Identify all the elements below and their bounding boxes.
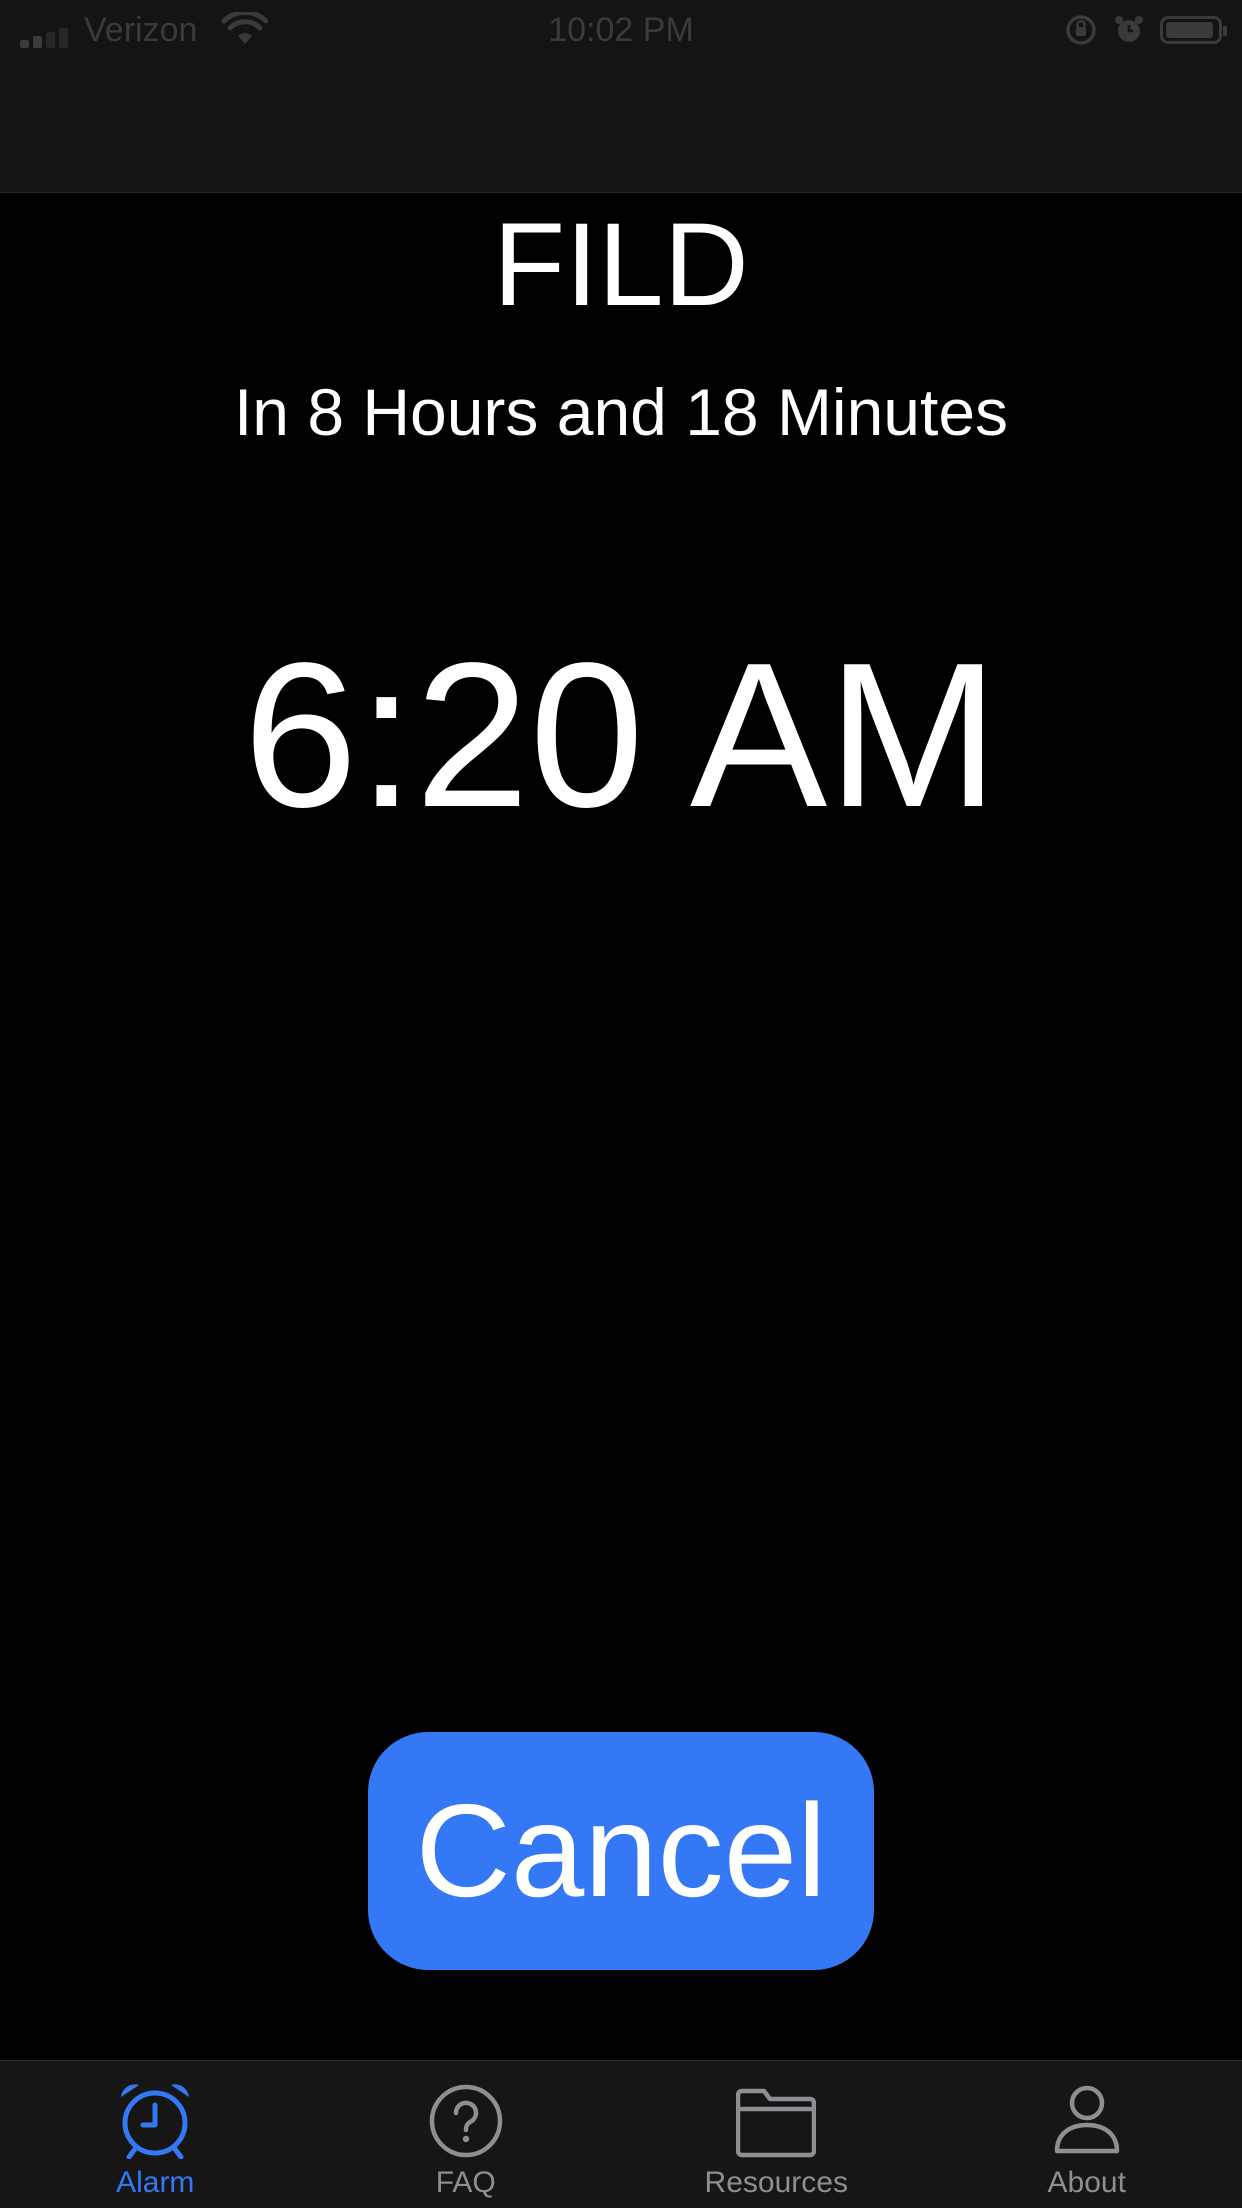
tab-label: Alarm [116,2166,195,2199]
tab-label: About [1047,2166,1126,2199]
status-right-icons [1064,12,1227,48]
tab-label: FAQ [435,2166,496,2199]
tab-bar: Alarm FAQ Resources About [0,2060,1242,2208]
folder-icon [736,2088,817,2158]
navigation-header: Verizon 10:02 PM [0,0,1242,193]
battery-icon [1160,16,1227,44]
alarm-clock-icon [121,2084,190,2159]
person-icon [1054,2085,1119,2154]
alarm-name: FILD [493,199,749,331]
orientation-lock-icon [1066,15,1096,45]
alarm-status-icon [1115,16,1143,42]
status-time: 10:02 PM [548,11,694,49]
tab-faq[interactable]: FAQ [311,2061,622,2208]
alarm-countdown: In 8 Hours and 18 Minutes [233,375,1009,449]
tab-about[interactable]: About [932,2061,1242,2208]
tab-alarm[interactable]: Alarm [0,2061,311,2208]
cancel-button[interactable]: Cancel [368,1732,874,1970]
alarm-screen: Verizon 10:02 PM FILD In 8 Hours and 18 … [0,0,1242,2208]
status-bar: Verizon 10:02 PM [0,0,1242,60]
tab-resources[interactable]: Resources [621,2061,932,2208]
alarm-time: 6:20 AM [243,620,999,850]
question-circle-icon [429,2084,502,2158]
tab-label: Resources [704,2166,848,2199]
